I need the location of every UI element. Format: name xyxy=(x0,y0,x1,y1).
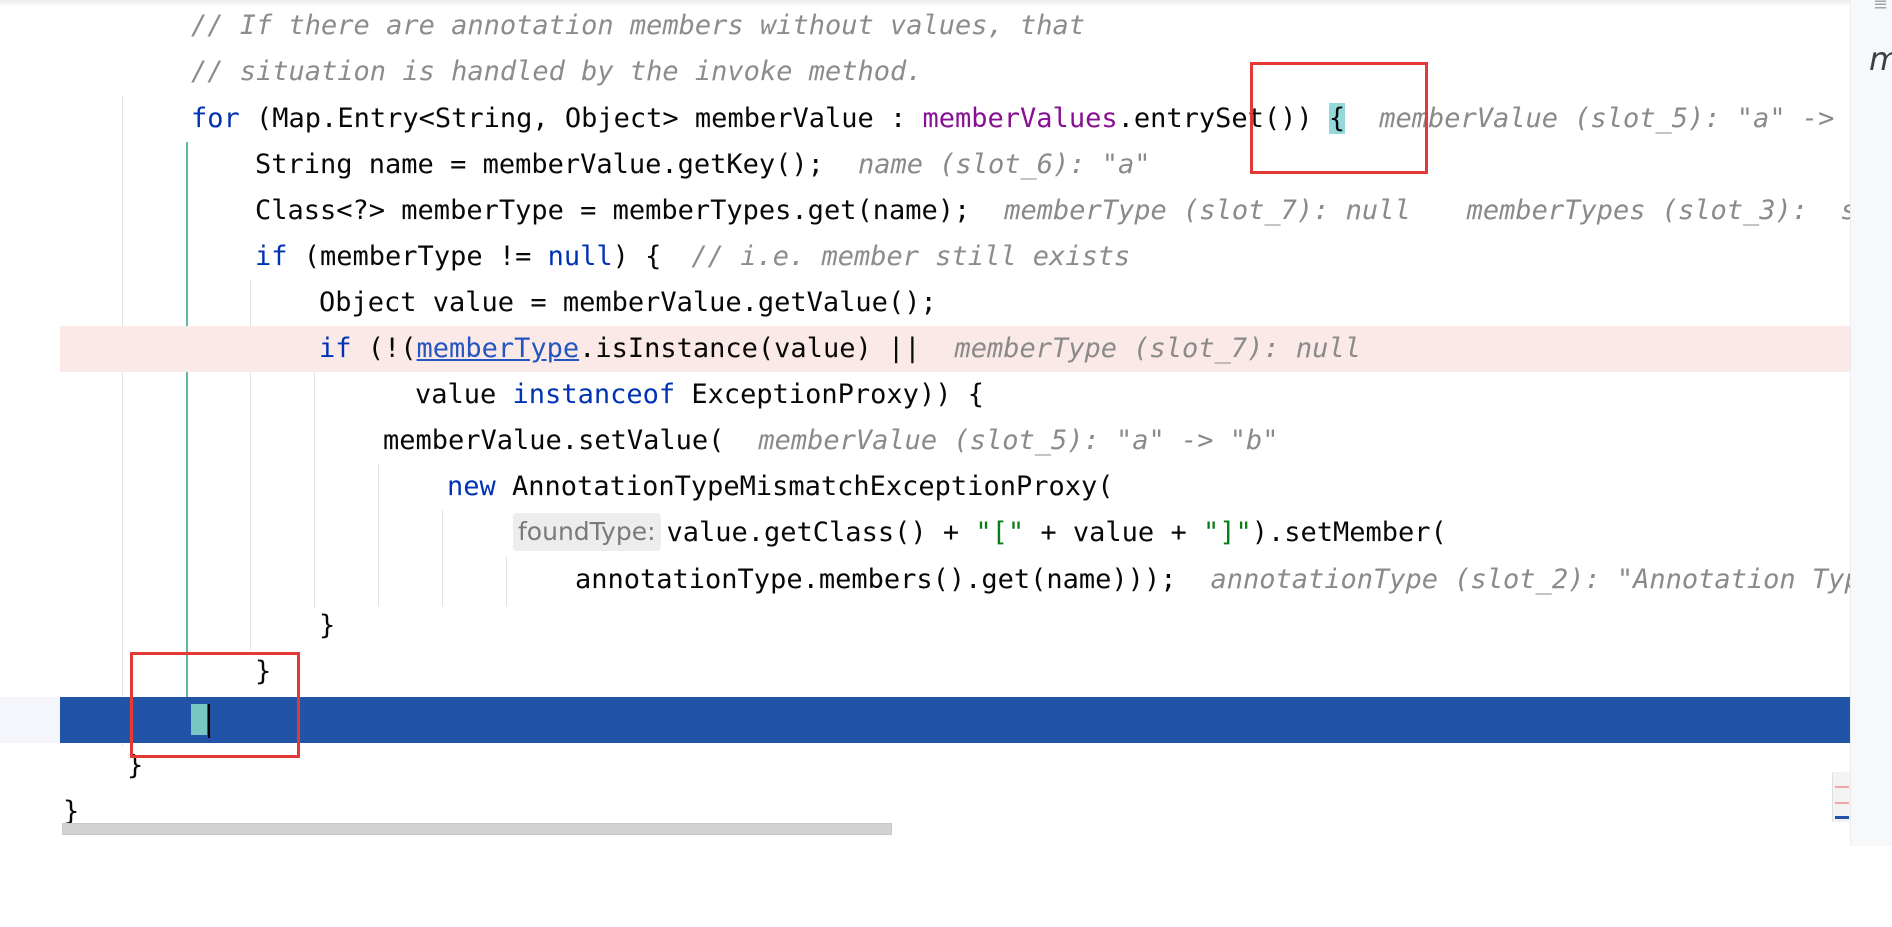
code-line[interactable]: annotationType.members().get(name))); ann… xyxy=(60,557,1892,603)
code-segment: value xyxy=(415,379,513,410)
error-stripe[interactable] xyxy=(1832,772,1851,822)
database-icon[interactable]: ≡ xyxy=(1873,0,1892,15)
code-segment: ) { xyxy=(612,241,662,272)
keyword-if: if xyxy=(319,333,352,364)
code-text: if (memberType != null) { // i.e. member … xyxy=(255,234,1130,280)
code-line[interactable]: if (memberType != null) { // i.e. member … xyxy=(60,234,1850,280)
keyword-if: if xyxy=(255,241,288,272)
closing-brace: } xyxy=(319,610,336,641)
code-text: memberValue.setValue( memberValue (slot_5… xyxy=(383,418,1279,464)
horizontal-scrollbar-thumb[interactable] xyxy=(62,823,892,835)
error-marker[interactable] xyxy=(1835,786,1849,788)
panel-label[interactable]: m xyxy=(1869,40,1892,78)
code-segment: + value + xyxy=(1024,517,1203,548)
annotation-box-closing-brace xyxy=(130,652,300,758)
code-text: Class<?> memberType = memberTypes.get(na… xyxy=(255,188,1892,234)
keyword-for: for xyxy=(191,103,240,134)
code-segment: String name = memberValue.getKey(); xyxy=(255,149,824,180)
code-text: annotationType.members().get(name))); ann… xyxy=(575,557,1892,603)
code-text: foundType: value.getClass() + "[" + value… xyxy=(513,510,1447,556)
code-text: new AnnotationTypeMismatchExceptionProxy… xyxy=(447,464,1114,510)
code-line-error-highlight[interactable]: if (!(memberType.isInstance(value) || mem… xyxy=(60,326,1850,372)
code-segment: ExceptionProxy)) { xyxy=(675,379,984,410)
code-line[interactable]: } xyxy=(60,649,1850,695)
comment: // i.e. member still exists xyxy=(691,241,1131,272)
inline-debug-value: memberTypes (slot_3): size = 1 xyxy=(1466,195,1892,226)
code-text: Object value = memberValue.getValue(); xyxy=(319,280,937,326)
error-marker[interactable] xyxy=(1835,802,1849,804)
code-line[interactable]: Object value = memberValue.getValue(); xyxy=(60,280,1850,326)
inline-debug-value: memberValue (slot_5): "a" -> "b" xyxy=(758,425,1279,456)
code-segment: AnnotationTypeMismatchExceptionProxy( xyxy=(495,471,1114,502)
code-segment: .isInstance(value) || xyxy=(579,333,921,364)
code-line[interactable]: String name = memberValue.getKey(); name … xyxy=(60,142,1850,188)
code-line[interactable]: new AnnotationTypeMismatchExceptionProxy… xyxy=(60,464,1850,510)
inline-debug-value: name (slot_6): "a" xyxy=(857,149,1151,180)
code-text: String name = memberValue.getKey(); name … xyxy=(255,142,1151,188)
comment: // If there are annotation members witho… xyxy=(191,10,1086,41)
annotation-box-opening-brace xyxy=(1250,62,1428,174)
code-line[interactable]: memberValue.setValue( memberValue (slot_5… xyxy=(60,418,1850,464)
keyword-null: null xyxy=(547,241,613,272)
code-segment: Class<?> memberType = memberTypes.get(na… xyxy=(255,195,971,226)
keyword-new: new xyxy=(447,471,496,502)
current-line-highlight[interactable]: } xyxy=(60,697,1850,743)
inline-debug-value: annotationType (slot_2): "Annotation Typ… xyxy=(1210,564,1892,595)
code-line[interactable]: // situation is handled by the invoke me… xyxy=(60,49,1850,95)
code-line[interactable]: } xyxy=(60,743,1850,789)
code-segment: (!( xyxy=(351,333,417,364)
code-area[interactable]: // If there are annotation members witho… xyxy=(60,0,1892,846)
code-segment: Object value = memberValue.getValue(); xyxy=(319,287,937,318)
code-line[interactable]: value instanceof ExceptionProxy)) { xyxy=(60,372,1850,418)
code-line[interactable]: // If there are annotation members witho… xyxy=(60,3,1850,49)
code-segment: (memberType != xyxy=(287,241,548,272)
code-text: for (Map.Entry<String, Object> memberVal… xyxy=(191,96,1892,142)
comment: // situation is handled by the invoke me… xyxy=(191,56,923,87)
code-line[interactable]: Class<?> memberType = memberTypes.get(na… xyxy=(60,188,1892,234)
code-segment: value.getClass() + xyxy=(666,517,976,548)
current-line-marker xyxy=(1835,816,1849,819)
inline-debug-value: memberType (slot_7): null xyxy=(954,333,1361,364)
parameter-name-hint: foundType: xyxy=(513,513,661,551)
code-line[interactable]: } xyxy=(60,603,1850,649)
code-segment: memberValue.setValue( xyxy=(383,425,725,456)
code-editor[interactable]: // If there are annotation members witho… xyxy=(0,0,1892,846)
field-member-values: memberValues xyxy=(922,103,1118,134)
code-segment: annotationType.members().get(name))); xyxy=(575,564,1177,595)
code-text: if (!(memberType.isInstance(value) || mem… xyxy=(319,326,1361,372)
string-literal: "[" xyxy=(975,517,1025,548)
member-type-link[interactable]: memberType xyxy=(417,333,580,364)
keyword-instanceof: instanceof xyxy=(512,379,676,410)
right-tool-panel: ≡ m xyxy=(1850,0,1892,846)
inline-debug-value: memberValue (slot_5): "a" -> "b" xyxy=(1379,103,1892,134)
horizontal-scrollbar[interactable] xyxy=(62,823,892,835)
string-literal: "]" xyxy=(1202,517,1252,548)
inline-debug-value: memberType (slot_7): null xyxy=(1004,195,1411,226)
code-text: value instanceof ExceptionProxy)) { xyxy=(415,372,984,418)
code-line[interactable]: foundType: value.getClass() + "[" + value… xyxy=(60,510,1850,556)
code-line[interactable]: for (Map.Entry<String, Object> memberVal… xyxy=(60,96,1892,142)
code-segment: (Map.Entry<String, Object> memberValue : xyxy=(239,103,923,134)
code-segment: ).setMember( xyxy=(1251,517,1447,548)
current-line-gutter xyxy=(0,697,60,743)
